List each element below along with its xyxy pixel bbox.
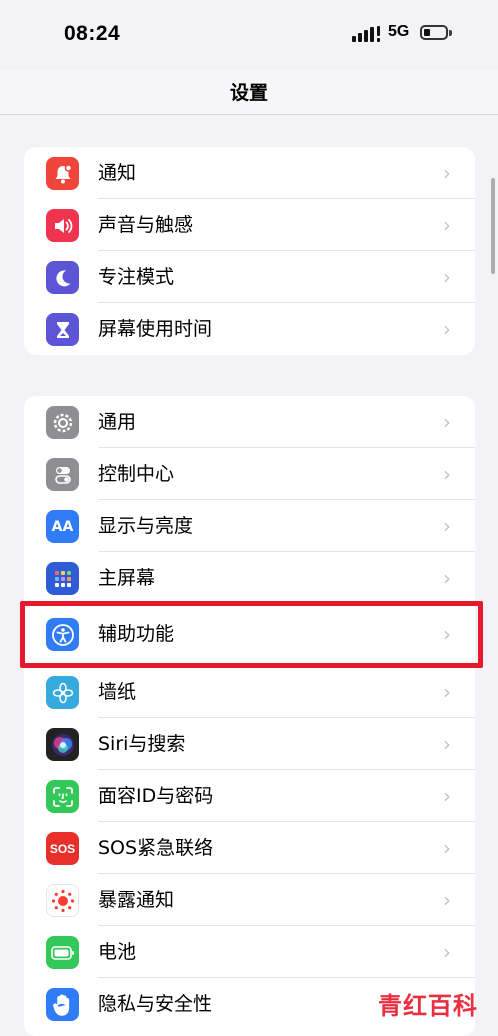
settings-row-exposure[interactable]: 暴露通知 › [24, 874, 475, 926]
moon-icon [46, 261, 79, 294]
settings-row-label: 隐私与安全性 [98, 993, 213, 1015]
settings-row-label: 控制中心 [98, 463, 175, 485]
chevron-right-icon: › [443, 888, 451, 912]
faceid-icon [46, 780, 79, 813]
hourglass-icon [46, 313, 79, 346]
battery-icon [46, 936, 79, 969]
settings-row-label: 墙纸 [98, 681, 137, 703]
settings-row-home-screen[interactable]: 主屏幕 › [24, 552, 475, 604]
page-title: 设置 [229, 82, 268, 104]
navigation-bar: 设置 [0, 70, 498, 115]
status-bar: 08:24 5G [0, 0, 498, 70]
display-icon: AA [46, 510, 79, 543]
settings-row-label: Siri与搜索 [98, 733, 186, 755]
chevron-right-icon: › [443, 940, 451, 964]
battery-status-icon [420, 25, 452, 40]
wallpaper-icon [46, 676, 79, 709]
chevron-right-icon: › [443, 161, 451, 185]
siri-icon [46, 728, 79, 761]
highlight-box-accessibility [20, 601, 483, 668]
settings-row-general[interactable]: 通用 › [24, 396, 475, 448]
hand-icon [46, 988, 79, 1021]
settings-group-1: 通知 › 声音与触感 › 专注模式 › 屏幕使用时间 › [24, 147, 475, 355]
settings-row-label: 声音与触感 [98, 214, 194, 236]
settings-row-label: 暴露通知 [98, 889, 175, 911]
toggles-icon [46, 458, 79, 491]
settings-row-sos[interactable]: SOS SOS紧急联络 › [24, 822, 475, 874]
chevron-right-icon: › [443, 514, 451, 538]
settings-row-face-id[interactable]: 面容ID与密码 › [24, 770, 475, 822]
chevron-right-icon: › [443, 836, 451, 860]
cellular-signal-icon [352, 26, 380, 42]
status-time: 08:24 [64, 22, 121, 45]
settings-row-label: 屏幕使用时间 [98, 318, 213, 340]
watermark: 青红百科 [378, 992, 478, 1020]
settings-row-screen-time[interactable]: 屏幕使用时间 › [24, 303, 475, 355]
chevron-right-icon: › [443, 462, 451, 486]
settings-row-siri[interactable]: Siri与搜索 › [24, 718, 475, 770]
settings-row-label: 通用 [98, 411, 137, 433]
chevron-right-icon: › [443, 213, 451, 237]
chevron-right-icon: › [443, 680, 451, 704]
settings-row-display[interactable]: AA 显示与亮度 › [24, 500, 475, 552]
settings-row-notifications[interactable]: 通知 › [24, 147, 475, 199]
network-type: 5G [388, 23, 410, 40]
settings-row-label: SOS紧急联络 [98, 837, 214, 859]
settings-group-2: 通用 › 控制中心 › AA 显示与亮度 › 主屏幕 › 辅助功能 › 墙纸 ›… [24, 396, 475, 1036]
settings-row-battery[interactable]: 电池 › [24, 926, 475, 978]
settings-row-label: 面容ID与密码 [98, 785, 214, 807]
chevron-right-icon: › [443, 410, 451, 434]
settings-row-label: 显示与亮度 [98, 515, 194, 537]
scroll-indicator[interactable] [491, 178, 495, 274]
gear-icon [46, 406, 79, 439]
home-screen-icon [46, 562, 79, 595]
settings-row-focus[interactable]: 专注模式 › [24, 251, 475, 303]
chevron-right-icon: › [443, 265, 451, 289]
sound-icon [46, 209, 79, 242]
notification-icon [46, 157, 79, 190]
sos-icon: SOS [46, 832, 79, 865]
chevron-right-icon: › [443, 784, 451, 808]
settings-row-sounds[interactable]: 声音与触感 › [24, 199, 475, 251]
settings-row-label: 电池 [98, 941, 137, 963]
settings-row-label: 专注模式 [98, 266, 175, 288]
chevron-right-icon: › [443, 317, 451, 341]
settings-row-wallpaper[interactable]: 墙纸 › [24, 666, 475, 718]
settings-row-label: 主屏幕 [98, 567, 156, 589]
settings-row-label: 通知 [98, 162, 137, 184]
settings-row-control-center[interactable]: 控制中心 › [24, 448, 475, 500]
chevron-right-icon: › [443, 566, 451, 590]
chevron-right-icon: › [443, 732, 451, 756]
exposure-icon [46, 884, 79, 917]
